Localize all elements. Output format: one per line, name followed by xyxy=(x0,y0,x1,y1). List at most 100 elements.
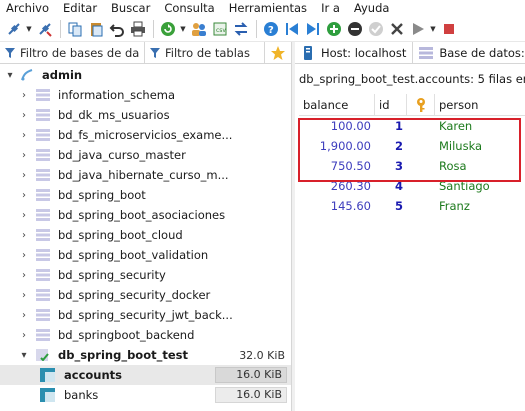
menu-consulta[interactable]: Consulta xyxy=(157,0,221,16)
filter-icon xyxy=(147,47,163,59)
import-icon[interactable]: csv xyxy=(210,19,229,38)
cancel-icon[interactable] xyxy=(387,19,406,38)
menu-ir-a[interactable]: Ir a xyxy=(314,0,347,16)
column-header-person[interactable]: person xyxy=(435,94,525,116)
tree-database-item[interactable]: › bd_java_hibernate_curso_m... xyxy=(0,165,291,185)
tab-database[interactable]: Base de datos: db xyxy=(413,42,525,64)
chevron-down-icon[interactable]: ▼ xyxy=(179,19,187,38)
chevron-right-icon[interactable]: › xyxy=(18,110,30,121)
first-icon[interactable] xyxy=(282,19,301,38)
chevron-right-icon[interactable]: › xyxy=(18,250,30,261)
table-icon xyxy=(40,368,56,382)
tree-database-item[interactable]: › bd_spring_boot_cloud xyxy=(0,225,291,245)
cell-balance[interactable]: 145.60 xyxy=(299,196,375,216)
chevron-right-icon[interactable]: › xyxy=(18,150,30,161)
server-icon xyxy=(20,68,36,82)
ok-icon[interactable] xyxy=(366,19,385,38)
last-icon[interactable] xyxy=(303,19,322,38)
database-icon xyxy=(36,209,50,221)
chevron-down-icon[interactable]: ▼ xyxy=(429,19,437,38)
tree-database-item[interactable]: › bd_spring_security xyxy=(0,265,291,285)
chevron-right-icon[interactable]: › xyxy=(18,330,30,341)
tab-database-label: Base de datos: db xyxy=(439,46,525,60)
tree-root-admin[interactable]: ▾ admin xyxy=(0,65,291,85)
database-filter-input[interactable]: Filtro de bases de da xyxy=(0,42,145,64)
cell-id[interactable]: 5 xyxy=(375,196,407,216)
refresh-icon[interactable] xyxy=(158,19,177,38)
chevron-right-icon[interactable]: › xyxy=(18,130,30,141)
chevron-right-icon[interactable]: › xyxy=(18,210,30,221)
chevron-right-icon[interactable]: › xyxy=(18,90,30,101)
tree-database-item[interactable]: › bd_spring_boot xyxy=(0,185,291,205)
tab-host[interactable]: Host: localhost xyxy=(295,42,414,64)
tree-database-item[interactable]: › bd_spring_security_docker xyxy=(0,285,291,305)
database-list: › information_schema › bd_dk_ms_usuarios › bd… xyxy=(0,85,291,345)
table-icon xyxy=(40,388,56,402)
print-icon[interactable] xyxy=(128,19,147,38)
menu-ayuda[interactable]: Ayuda xyxy=(347,0,397,16)
table-banks-label: banks xyxy=(64,388,99,402)
tree-database-item[interactable]: › information_schema xyxy=(0,85,291,105)
users-icon[interactable] xyxy=(189,19,208,38)
tree-database-item[interactable]: › bd_spring_boot_asociaciones xyxy=(0,205,291,225)
svg-text:csv: csv xyxy=(216,27,226,34)
chevron-down-icon[interactable]: ▼ xyxy=(25,19,33,38)
help-icon[interactable]: ? xyxy=(261,19,280,38)
toolbar: ▼ ▼ csv ? ▼ xyxy=(0,16,525,42)
undo-icon[interactable] xyxy=(107,19,126,38)
plug-icon[interactable] xyxy=(4,19,23,38)
chevron-down-icon[interactable]: ▾ xyxy=(18,350,30,361)
tree-open-database[interactable]: ▾ db_spring_boot_test 32.0 KiB xyxy=(0,345,291,365)
primary-key-icon xyxy=(407,94,435,116)
cell-person[interactable]: Franz xyxy=(435,196,525,216)
chevron-right-icon[interactable]: › xyxy=(18,310,30,321)
tree-database-item[interactable]: › bd_spring_security_jwt_back... xyxy=(0,305,291,325)
column-header-balance[interactable]: balance xyxy=(299,94,375,116)
grid-header: balance id person xyxy=(299,94,525,116)
database-icon xyxy=(36,169,50,181)
tree-database-item[interactable]: › bd_java_curso_master xyxy=(0,145,291,165)
tree-database-item[interactable]: › bd_spring_boot_validation xyxy=(0,245,291,265)
chevron-right-icon[interactable]: › xyxy=(18,290,30,301)
chevron-down-icon[interactable]: ▾ xyxy=(4,70,16,81)
toolbar-divider xyxy=(60,19,61,38)
tree-database-item[interactable]: › bd_dk_ms_usuarios xyxy=(0,105,291,125)
database-label: bd_dk_ms_usuarios xyxy=(58,108,170,122)
stop-icon[interactable] xyxy=(439,19,458,38)
chevron-right-icon[interactable]: › xyxy=(18,190,30,201)
database-label: bd_spring_boot_validation xyxy=(58,248,209,262)
database-active-icon xyxy=(36,349,50,362)
table-filter-input[interactable]: Filtro de tablas xyxy=(145,42,265,64)
menu-editar[interactable]: Editar xyxy=(56,0,104,16)
menu-herramientas[interactable]: Herramientas xyxy=(222,0,314,16)
plug-disconnect-icon[interactable] xyxy=(35,19,54,38)
database-tree: ▾ admin › information_schema › bd_dk_ms_usu… xyxy=(0,65,291,405)
chevron-right-icon[interactable]: › xyxy=(18,270,30,281)
database-label: bd_java_curso_master xyxy=(58,148,186,162)
remove-icon[interactable] xyxy=(345,19,364,38)
database-label: bd_spring_security xyxy=(58,268,166,282)
transfer-icon[interactable] xyxy=(231,19,250,38)
tree-database-item[interactable]: › bd_springboot_backend xyxy=(0,325,291,345)
tree-database-item[interactable]: › bd_fs_microservicios_exame... xyxy=(0,125,291,145)
tree-root-label: admin xyxy=(42,68,83,82)
paste-icon[interactable] xyxy=(86,19,105,38)
chevron-right-icon[interactable]: › xyxy=(18,170,30,181)
tree-table-banks[interactable]: banks 16.0 KiB xyxy=(0,385,291,405)
table-row[interactable]: 145.60 5 Franz xyxy=(299,196,525,216)
table-accounts-label: accounts xyxy=(64,368,123,382)
table-filter-placeholder: Filtro de tablas xyxy=(165,46,250,60)
column-header-id[interactable]: id xyxy=(375,94,407,116)
star-icon[interactable] xyxy=(265,42,291,64)
add-icon[interactable] xyxy=(324,19,343,38)
run-icon[interactable] xyxy=(408,19,427,38)
menu-archivo[interactable]: Archivo xyxy=(0,0,56,16)
tab-host-label: Host: localhost xyxy=(321,46,407,60)
server-icon xyxy=(301,46,315,60)
chevron-right-icon[interactable]: › xyxy=(18,230,30,241)
copy-icon[interactable] xyxy=(65,19,84,38)
database-icon xyxy=(36,149,50,161)
toolbar-divider xyxy=(153,19,154,38)
tree-table-accounts[interactable]: accounts 16.0 KiB xyxy=(0,365,291,385)
menu-buscar[interactable]: Buscar xyxy=(104,0,157,16)
